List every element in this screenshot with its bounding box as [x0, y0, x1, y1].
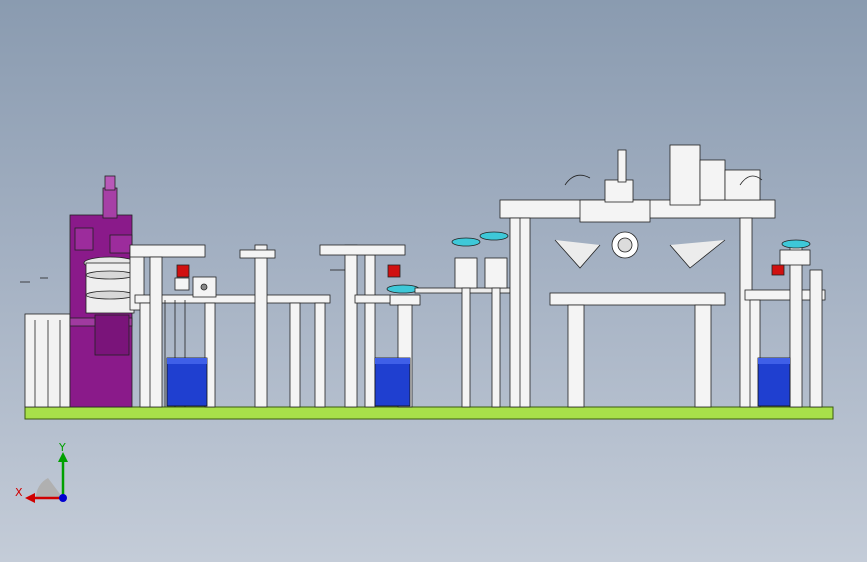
y-axis-label: Y — [58, 441, 66, 454]
cad-viewport[interactable]: Y X — [0, 0, 867, 562]
cyan-feeder-2 — [451, 237, 481, 247]
x-axis-label: X — [15, 486, 23, 499]
red-part-1 — [176, 264, 190, 278]
z-axis-dot — [59, 494, 67, 502]
cyan-feeder-3 — [479, 231, 509, 241]
red-part-3 — [771, 264, 785, 276]
blue-bin-1 — [166, 357, 208, 407]
purple-press-machine — [20, 175, 145, 408]
cyan-feeder-1 — [386, 284, 420, 294]
base-plate — [24, 406, 834, 420]
cyan-feeder-4 — [781, 239, 811, 249]
blue-bin-3 — [757, 357, 791, 407]
blue-bin-2 — [374, 357, 411, 407]
assembly-model[interactable]: Y X — [0, 0, 867, 562]
red-part-2 — [387, 264, 401, 278]
center-table — [454, 231, 726, 408]
gantry-frame — [499, 144, 776, 408]
station-1-frame — [129, 244, 331, 408]
orientation-triad: Y X — [15, 441, 68, 503]
